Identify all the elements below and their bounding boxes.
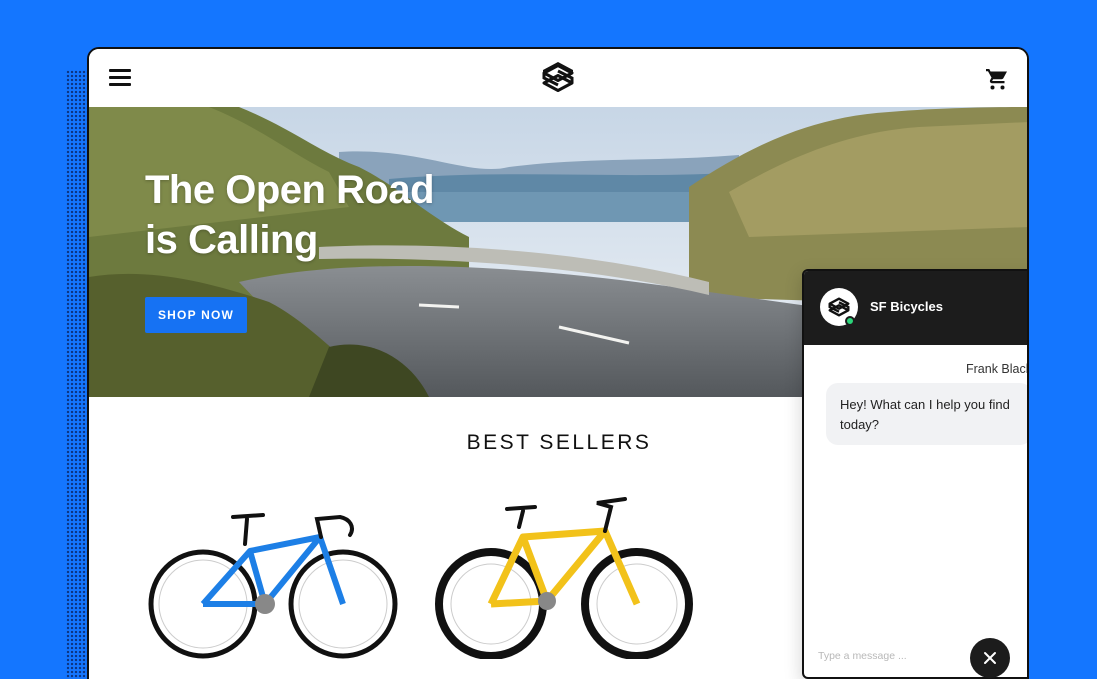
- chat-title: SF Bicycles: [870, 299, 943, 314]
- product-yellow-mountain-bike[interactable]: [435, 489, 695, 659]
- chat-widget: SF Bicycles Frank Black Hey! What can I …: [802, 269, 1029, 679]
- chat-header: SF Bicycles: [804, 271, 1027, 345]
- hero-title: The Open Road is Calling: [145, 168, 435, 262]
- agent-name: Frank Black: [966, 362, 1029, 376]
- shop-now-button[interactable]: SHOP NOW: [145, 297, 247, 333]
- product-blue-road-bike[interactable]: [145, 489, 405, 659]
- close-chat-button[interactable]: [970, 638, 1010, 678]
- sf-bicycles-logo[interactable]: [540, 60, 576, 96]
- shopping-cart-icon[interactable]: [985, 67, 1009, 91]
- online-status-indicator: [845, 316, 855, 326]
- close-icon: [984, 652, 996, 664]
- hamburger-menu-icon[interactable]: [109, 69, 131, 87]
- browser-frame: The Open Road is Calling SHOP NOW BEST S…: [87, 47, 1029, 679]
- top-navigation-bar: [89, 49, 1027, 107]
- chat-message-bubble: Hey! What can I help you find today?: [826, 383, 1027, 445]
